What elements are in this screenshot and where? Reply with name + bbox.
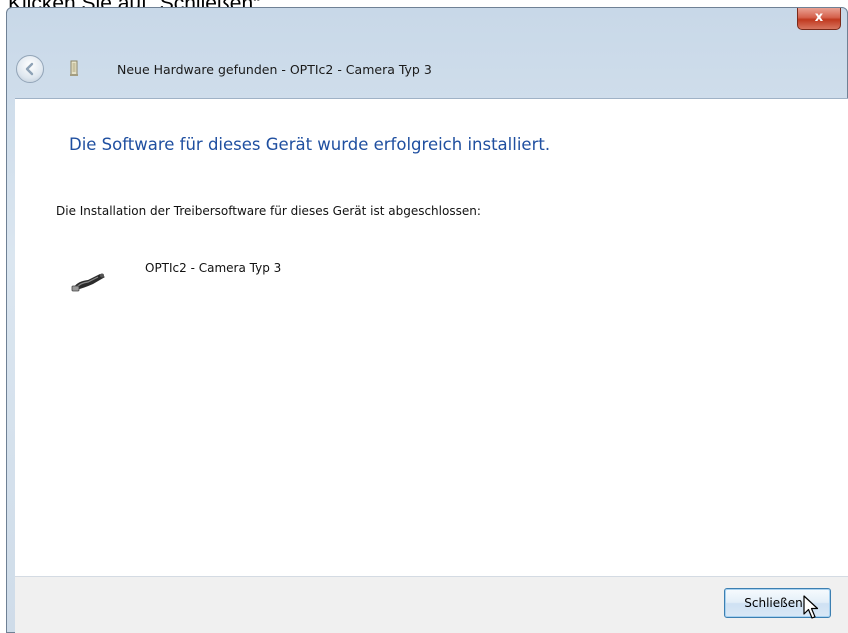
mouse-pointer-icon xyxy=(803,595,819,621)
window-title: Neue Hardware gefunden - OPTIc2 - Camera… xyxy=(117,62,432,77)
dialog-footer: Schließen xyxy=(15,576,848,633)
hardware-icon xyxy=(68,59,80,77)
back-button[interactable] xyxy=(16,55,44,83)
usb-device-icon xyxy=(70,267,110,293)
dialog-header: Neue Hardware gefunden - OPTIc2 - Camera… xyxy=(6,50,842,98)
device-name: OPTIc2 - Camera Typ 3 xyxy=(145,261,282,275)
success-headline: Die Software für dieses Gerät wurde erfo… xyxy=(69,135,551,154)
content-area: Die Software für dieses Gerät wurde erfo… xyxy=(15,98,848,576)
install-complete-text: Die Installation der Treibersoftware für… xyxy=(56,204,481,218)
window-close-button[interactable]: x xyxy=(797,8,841,30)
